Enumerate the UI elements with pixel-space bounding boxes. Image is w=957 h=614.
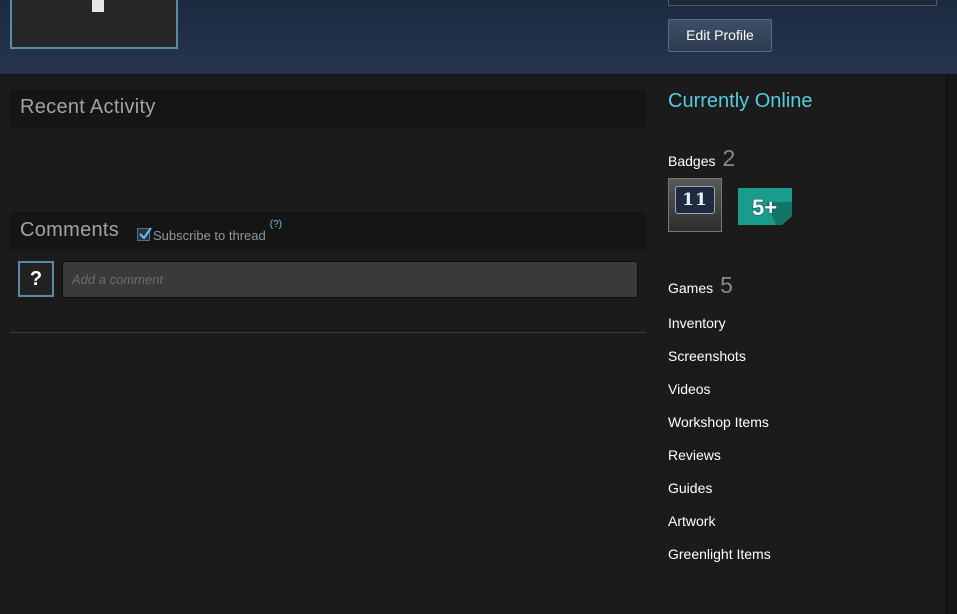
recent-activity-title: Recent Activity bbox=[20, 96, 156, 118]
reviews-link[interactable]: Reviews bbox=[668, 447, 721, 463]
artwork-link[interactable]: Artwork bbox=[668, 513, 715, 529]
checkmark-icon bbox=[139, 227, 152, 240]
badge-level-text: 11 bbox=[675, 186, 715, 214]
badges-link[interactable]: Badges 2 bbox=[668, 145, 735, 172]
level-11-badge-icon[interactable]: 11 bbox=[668, 178, 722, 232]
profile-header: Edit Profile bbox=[0, 0, 957, 75]
videos-link[interactable]: Videos bbox=[668, 381, 711, 397]
inventory-link[interactable]: Inventory bbox=[668, 315, 726, 331]
comments-title: Comments bbox=[20, 219, 120, 241]
badges-count: 2 bbox=[722, 145, 736, 171]
page-scrollbar[interactable] bbox=[946, 75, 957, 614]
subscribe-checkbox[interactable] bbox=[137, 227, 152, 241]
workshop-items-link[interactable]: Workshop Items bbox=[668, 414, 769, 430]
games-label: Games bbox=[668, 280, 714, 296]
commenter-avatar: ? bbox=[18, 261, 54, 297]
online-status: Currently Online bbox=[668, 90, 813, 112]
badge-years-text: 5+ bbox=[752, 195, 777, 220]
screenshots-link[interactable]: Screenshots bbox=[668, 348, 746, 364]
recent-activity-header: Recent Activity bbox=[10, 90, 646, 127]
edit-profile-button[interactable]: Edit Profile bbox=[668, 19, 772, 52]
comment-input[interactable] bbox=[62, 261, 638, 298]
subscribe-label: Subscribe to thread bbox=[153, 228, 266, 243]
guides-link[interactable]: Guides bbox=[668, 480, 712, 496]
comments-divider bbox=[10, 332, 646, 333]
greenlight-items-link[interactable]: Greenlight Items bbox=[668, 546, 771, 562]
avatar-image bbox=[92, 0, 104, 12]
games-link[interactable]: Games 5 bbox=[668, 272, 733, 299]
years-5-plus-badge-icon[interactable]: 5+ bbox=[738, 188, 792, 225]
comments-header: Comments Subscribe to thread (?) bbox=[10, 212, 646, 251]
profile-summary-field bbox=[668, 0, 937, 6]
games-count: 5 bbox=[720, 272, 733, 298]
subscribe-to-thread[interactable]: Subscribe to thread (?) bbox=[137, 219, 282, 243]
badges-label: Badges bbox=[668, 153, 716, 169]
profile-avatar[interactable] bbox=[10, 0, 178, 49]
help-link[interactable]: (?) bbox=[270, 219, 282, 230]
years-badge-shape: 5+ bbox=[738, 188, 792, 225]
